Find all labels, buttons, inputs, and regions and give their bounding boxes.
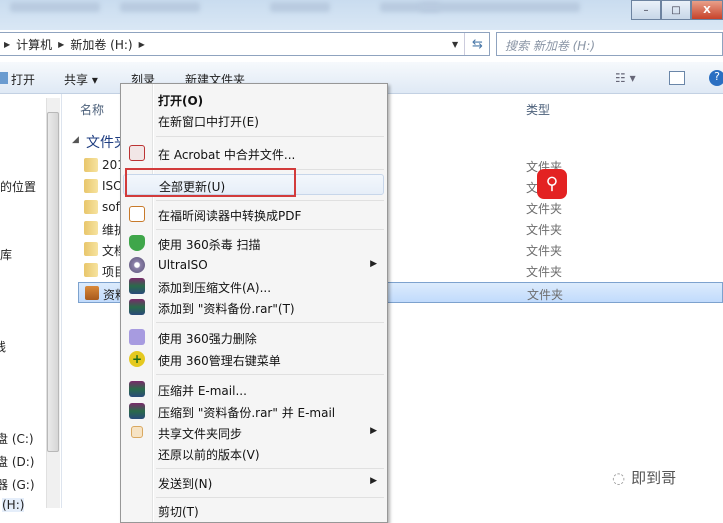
folder-icon	[84, 179, 98, 193]
refresh-button[interactable]: ⇆	[464, 33, 490, 55]
breadcrumb-drive[interactable]: 新加卷 (H:)	[70, 36, 132, 53]
file-type: 文件夹	[527, 288, 564, 302]
submenu-arrow-icon: ▶	[370, 426, 377, 436]
view-options-icon[interactable]: ☷ ▾	[615, 71, 636, 85]
submenu-arrow-icon: ▶	[370, 476, 377, 486]
menu-item-360-delete[interactable]: 使用 360强力删除	[121, 327, 387, 348]
menu-item-share-sync[interactable]: 共享文件夹同步 ▶	[121, 422, 387, 443]
menu-item-zip-email[interactable]: 压缩并 E-mail...	[121, 379, 387, 400]
folder-icon	[84, 221, 98, 235]
menu-item-360-manage[interactable]: + 使用 360管理右键菜单	[121, 349, 387, 370]
menu-item-send-to[interactable]: 发送到(N) ▶	[121, 472, 387, 493]
menu-item-ultraiso[interactable]: UltraISO ▶	[121, 255, 387, 276]
help-icon[interactable]: ?	[709, 70, 723, 86]
nav-item-drive-h[interactable]: (H:)	[2, 498, 25, 512]
folder-icon	[84, 242, 98, 256]
file-type: 文件夹	[526, 202, 563, 216]
share-button[interactable]: 共享 ▾	[64, 71, 98, 88]
file-type: 文件夹	[526, 223, 563, 237]
address-dropdown-icon[interactable]: ▼	[452, 40, 458, 49]
nav-item-recent[interactable]: 的位置	[0, 178, 36, 195]
briefcase-folder-icon	[85, 286, 99, 300]
chevron-right-icon: ▶	[138, 39, 145, 49]
search-input[interactable]: 搜索 新加卷 (H:)	[496, 32, 723, 56]
foxit-icon	[129, 206, 145, 222]
column-header-type[interactable]: 类型	[526, 101, 550, 118]
winrar-icon	[129, 381, 145, 397]
nav-item-drive-c[interactable]: 盘 (C:)	[0, 430, 34, 447]
menu-item-rar-email[interactable]: 压缩到 "资料备份.rar" 并 E-mail	[121, 401, 387, 422]
submenu-arrow-icon: ▶	[370, 259, 377, 269]
minimize-button[interactable]: –	[631, 0, 661, 20]
collapse-group-icon[interactable]: ◢	[72, 135, 79, 145]
context-menu: 打开(O) 在新窗口中打开(E) 在 Acrobat 中合并文件... 全部更新…	[120, 83, 388, 523]
menu-item-add-rar[interactable]: 添加到 "资料备份.rar"(T)	[121, 297, 387, 318]
breadcrumb-computer[interactable]: 计算机	[16, 36, 52, 53]
watermark: ◌ 即到哥	[612, 467, 676, 488]
menu-item-acrobat[interactable]: 在 Acrobat 中合并文件...	[121, 143, 387, 164]
close-button[interactable]: X	[691, 0, 723, 20]
open-button[interactable]: 打开	[11, 71, 35, 88]
open-icon	[0, 72, 8, 84]
address-bar[interactable]: ▶ 计算机 ▶ 新加卷 (H:) ▶ ▼	[0, 32, 490, 56]
wechat-icon: ◌	[612, 468, 626, 487]
winrar-icon	[129, 278, 145, 294]
file-type: 文件夹	[526, 244, 563, 258]
nav-scrollbar-thumb[interactable]	[47, 112, 59, 452]
window-controls: – □ X	[631, 0, 723, 20]
watermark-text: 即到哥	[631, 469, 677, 487]
nav-item-library[interactable]: 库	[0, 246, 12, 263]
nav-item[interactable]: 线	[0, 338, 6, 355]
title-bar	[0, 0, 723, 30]
chevron-right-icon: ▶	[4, 39, 11, 49]
plus-icon: +	[129, 351, 145, 367]
nav-item-drive-d[interactable]: 盘 (D:)	[0, 453, 34, 470]
menu-item-360-scan[interactable]: 使用 360杀毒 扫描	[121, 233, 387, 254]
sync-icon	[131, 426, 143, 438]
nav-item-drive-g[interactable]: 器 (G:)	[0, 476, 35, 493]
menu-item-cut[interactable]: 剪切(T)	[121, 500, 387, 521]
menu-item-open[interactable]: 打开(O)	[121, 89, 387, 110]
shield-icon	[129, 235, 145, 251]
folder-icon	[84, 158, 98, 172]
disc-icon	[129, 257, 145, 273]
menu-item-foxit-pdf[interactable]: 在福昕阅读器中转换成PDF	[121, 204, 387, 225]
folder-icon	[84, 200, 98, 214]
preview-pane-icon[interactable]	[669, 71, 685, 85]
column-header-name[interactable]: 名称	[80, 101, 104, 118]
folder-icon	[84, 263, 98, 277]
chevron-right-icon: ▶	[58, 39, 65, 49]
file-name: sof	[102, 200, 120, 214]
acrobat-icon	[129, 145, 145, 161]
shredder-icon	[129, 329, 145, 345]
menu-item-restore[interactable]: 还原以前的版本(V)	[121, 443, 387, 464]
maximize-button[interactable]: □	[661, 0, 691, 20]
highlight-box	[125, 168, 296, 197]
winrar-icon	[129, 403, 145, 419]
menu-item-add-archive[interactable]: 添加到压缩文件(A)...	[121, 276, 387, 297]
file-type: 文件夹	[526, 265, 563, 279]
menu-item-open-new-window[interactable]: 在新窗口中打开(E)	[121, 110, 387, 131]
search-icon[interactable]: ⚲	[537, 169, 567, 199]
winrar-icon	[129, 299, 145, 315]
